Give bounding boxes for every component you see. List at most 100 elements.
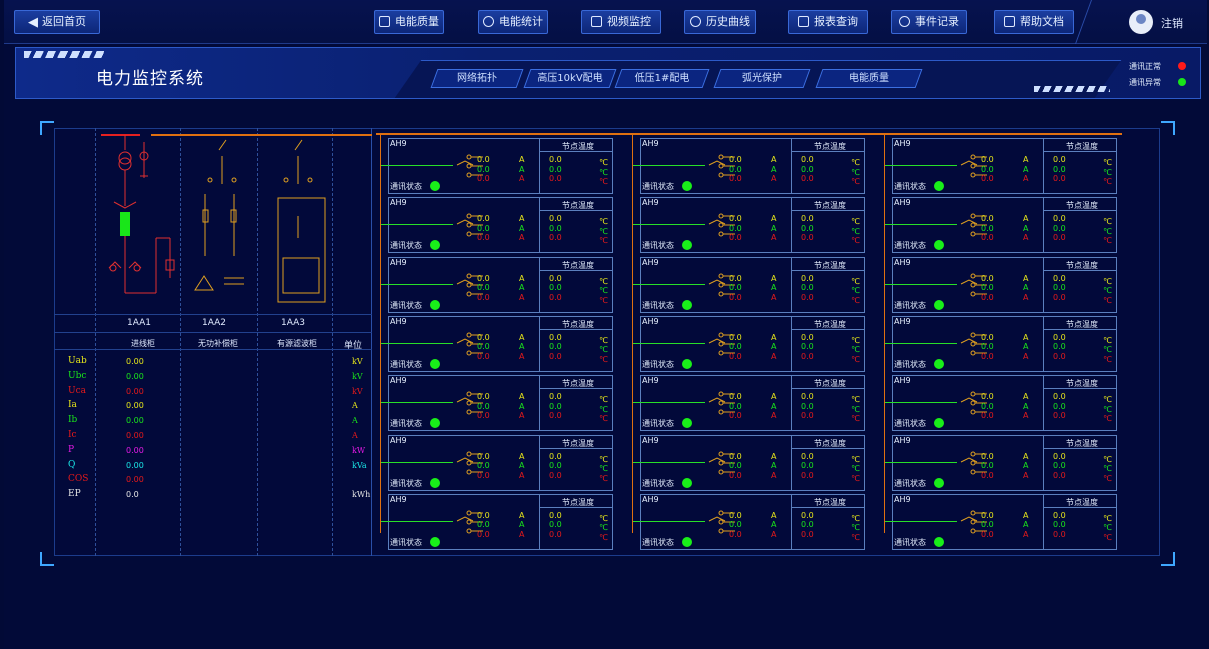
feeder-title: AH9 [894,376,911,386]
pie-icon [483,16,494,27]
feeder-line [633,461,705,463]
temp-unit: ℃ [1103,532,1112,542]
feeder-title: AH9 [390,494,407,504]
measure-value: 0.00 [126,401,144,411]
temp-value: 0.0 [801,273,814,283]
tab-1[interactable]: 高压10kV配电 [523,69,617,88]
current-value: 0.0 [981,529,994,539]
temp-unit: ℃ [1103,158,1112,167]
cabinet-id: 1AA1 [127,318,152,328]
temp-unit: ℃ [1103,226,1112,236]
feeder-card[interactable]: AH9 节点温度 0.0 A 0.0 ℃ 0.0 A 0.0 ℃ 0.0 A 0.0 ℃ 通讯状态 [885,375,1117,432]
feeder-card[interactable]: AH9 节点温度 0.0 A 0.0 ℃ 0.0 A 0.0 ℃ 0.0 A 0.0 ℃ 通讯状态 [633,434,865,492]
feeder-card[interactable]: AH9 节点温度 0.0 A 0.0 ℃ 0.0 A 0.0 ℃ 0.0 A 0.0 ℃ 通讯状态 [381,138,613,195]
nav-document-button[interactable]: 事件记录 [891,10,967,34]
tab-2[interactable]: 低压1#配电 [614,69,710,88]
comm-status-label: 通讯状态 [894,182,926,191]
feeder-card[interactable]: AH9 节点温度 0.0 A 0.0 ℃ 0.0 A 0.0 ℃ 0.0 A 0.0 ℃ 通讯状态 [633,375,865,432]
temp-value: 0.0 [549,283,562,293]
feeder-card[interactable]: AH9 节点温度 0.0 A 0.0 ℃ 0.0 A 0.0 ℃ 0.0 A 0.0 ℃ 通讯状态 [885,138,1117,195]
temp-unit: ℃ [1103,345,1112,355]
current-unit: A [519,520,525,530]
feeder-title: AH9 [894,139,911,148]
current-unit: A [771,451,777,461]
temp-value: 0.0 [1053,510,1066,520]
feeder-card[interactable]: AH9 节点温度 0.0 A 0.0 ℃ 0.0 A 0.0 ℃ 0.0 A 0.0 ℃ 通讯状态 [381,315,613,373]
comm-status-dot [934,477,944,488]
back-home-button[interactable]: ◀ 返回首页 [14,10,100,34]
nav-help-button[interactable]: 帮助文档 [994,10,1074,34]
feeder-card[interactable]: AH9 节点温度 0.0 A 0.0 ℃ 0.0 A 0.0 ℃ 0.0 A 0.0 ℃ 通讯状态 [381,375,613,432]
nav-label: 电能质量 [395,15,439,28]
measure-name: COS [68,474,89,485]
divider [791,197,792,254]
feeder-card[interactable]: AH9 节点温度 0.0 A 0.0 ℃ 0.0 A 0.0 ℃ 0.0 A 0.0 ℃ 通讯状态 [885,315,1117,373]
feeder-line [381,461,453,463]
feeder-card[interactable]: AH9 节点温度 0.0 A 0.0 ℃ 0.0 A 0.0 ℃ 0.0 A 0.0 ℃ 通讯状态 [633,197,865,254]
current-unit: A [771,461,777,470]
feeder-title: AH9 [642,198,659,208]
feeder-card[interactable]: AH9 节点温度 0.0 A 0.0 ℃ 0.0 A 0.0 ℃ 0.0 A 0.0 ℃ 通讯状态 [885,197,1117,254]
current-unit: A [1023,401,1029,411]
nav-search-button[interactable]: 报表查询 [788,10,868,34]
measure-unit: A [352,416,358,426]
nav-video-button[interactable]: 视频监控 [581,10,661,34]
nav-pie-button[interactable]: 电能统计 [478,10,548,34]
avatar[interactable] [1129,10,1153,34]
temp-unit: ℃ [1103,404,1112,414]
temp-value: 0.0 [549,174,562,183]
temp-label: 节点温度 [562,201,594,211]
comm-status-label: 通讯状态 [894,359,926,369]
feeder-card[interactable]: AH9 节点温度 0.0 A 0.0 ℃ 0.0 A 0.0 ℃ 0.0 A 0.0 ℃ 通讯状态 [885,493,1117,551]
feeder-title: AH9 [642,139,659,148]
temp-unit: ℃ [851,167,860,177]
divider [1043,434,1044,491]
current-value: 0.0 [981,351,994,361]
feeder-card[interactable]: AH9 节点温度 0.0 A 0.0 ℃ 0.0 A 0.0 ℃ 0.0 A 0.0 ℃ 通讯状态 [633,315,865,373]
logout-link[interactable]: 注销 [1161,15,1183,31]
feeder-card[interactable]: AH9 节点温度 0.0 A 0.0 ℃ 0.0 A 0.0 ℃ 0.0 A 0.0 ℃ 通讯状态 [885,256,1117,314]
comm-status-label: 通讯状态 [642,241,674,251]
current-unit: A [519,470,525,480]
feeder-card[interactable]: AH9 节点温度 0.0 A 0.0 ℃ 0.0 A 0.0 ℃ 0.0 A 0.0 ℃ 通讯状态 [381,434,613,492]
current-unit: A [771,411,777,421]
feeder-card[interactable]: AH9 节点温度 0.0 A 0.0 ℃ 0.0 A 0.0 ℃ 0.0 A 0.0 ℃ 通讯状态 [885,434,1117,492]
current-value: 0.0 [729,155,742,164]
current-value: 0.0 [477,510,490,520]
frame-corner-bl [40,552,54,566]
measure-name: Uab [68,356,87,366]
current-value: 0.0 [729,223,742,233]
comm-status-label: 通讯状态 [390,359,422,369]
comm-status-label: 通讯状态 [390,182,422,191]
feeder-card[interactable]: AH9 节点温度 0.0 A 0.0 ℃ 0.0 A 0.0 ℃ 0.0 A 0.0 ℃ 通讯状态 [381,493,613,551]
comm-status-label: 通讯状态 [642,478,674,488]
tab-0[interactable]: 网络拓扑 [430,69,524,88]
tab-3[interactable]: 弧光保护 [713,69,811,88]
temp-value: 0.0 [549,214,562,224]
chart-icon [690,16,701,27]
temp-value: 0.0 [549,529,562,539]
current-value: 0.0 [729,233,742,243]
temp-value: 0.0 [549,332,562,342]
temp-unit: ℃ [851,404,860,414]
temp-value: 0.0 [1053,411,1066,421]
feeder-title: AH9 [390,435,407,445]
current-unit: A [771,283,777,293]
tab-label: 弧光保护 [742,73,782,84]
temp-unit: ℃ [851,473,860,483]
feeder-card[interactable]: AH9 节点温度 0.0 A 0.0 ℃ 0.0 A 0.0 ℃ 0.0 A 0.0 ℃ 通讯状态 [633,493,865,551]
feeder-card[interactable]: AH9 节点温度 0.0 A 0.0 ℃ 0.0 A 0.0 ℃ 0.0 A 0.0 ℃ 通讯状态 [633,256,865,314]
single-line-diagram [101,134,372,303]
feeder-card[interactable]: AH9 节点温度 0.0 A 0.0 ℃ 0.0 A 0.0 ℃ 0.0 A 0.0 ℃ 通讯状态 [633,138,865,195]
busbar [376,133,1122,135]
current-unit: A [519,342,525,352]
temp-value: 0.0 [1053,332,1066,342]
tab-4[interactable]: 电能质量 [815,69,923,88]
feeder-card[interactable]: AH9 节点温度 0.0 A 0.0 ℃ 0.0 A 0.0 ℃ 0.0 A 0.0 ℃ 通讯状态 [381,256,613,314]
nav-shield-button[interactable]: 电能质量 [374,10,444,34]
temp-value: 0.0 [801,461,814,470]
feeder-line [633,402,705,404]
frame-corner-tl [40,121,54,135]
feeder-card[interactable]: AH9 节点温度 0.0 A 0.0 ℃ 0.0 A 0.0 ℃ 0.0 A 0.0 ℃ 通讯状态 [381,197,613,254]
nav-chart-button[interactable]: 历史曲线 [684,10,756,34]
